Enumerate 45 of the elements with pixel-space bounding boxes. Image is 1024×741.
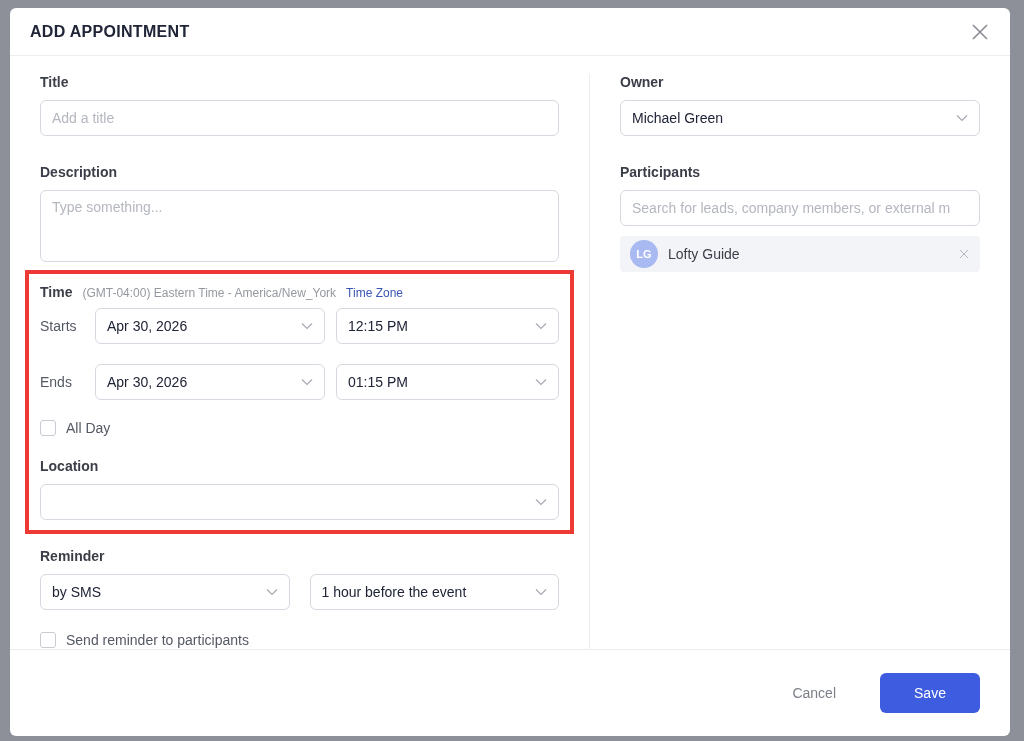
field-label: Reminder xyxy=(40,548,106,566)
participant-search-input[interactable]: Search for leads, company members, or external m xyxy=(620,190,980,226)
option-label: All Day xyxy=(66,420,111,436)
close-icon xyxy=(958,248,970,260)
participant-name: Lofty Guide xyxy=(668,246,741,262)
chevron-down-icon xyxy=(535,498,547,506)
cancel-button[interactable]: Cancel xyxy=(786,684,842,702)
description-input[interactable]: Type something... xyxy=(40,190,559,262)
field-label: Description xyxy=(40,164,118,182)
chevron-down-icon xyxy=(301,322,313,330)
row-label: Ends xyxy=(40,374,73,390)
location-select[interactable] xyxy=(40,484,559,520)
field-label: Participants xyxy=(620,164,702,182)
field-label: Location xyxy=(40,458,100,476)
row-label: Starts xyxy=(40,318,78,334)
reminder-method-select[interactable]: by SMS xyxy=(40,574,290,610)
save-button[interactable]: Save xyxy=(880,673,980,713)
date-select[interactable]: Apr 30, 2026 xyxy=(95,308,325,344)
avatar: LG xyxy=(630,240,658,268)
dialog-title: ADD APPOINTMENT xyxy=(30,22,190,41)
send-reminder-option[interactable]: Send reminder to participants xyxy=(40,632,559,648)
chevron-down-icon xyxy=(535,588,547,596)
option-label: Send reminder to participants xyxy=(66,632,249,648)
date-select[interactable]: Apr 30, 2026 xyxy=(95,364,325,400)
timezone-text: (GMT-04:00) Eastern Time - America/New_York xyxy=(82,286,337,300)
reminder-time-select[interactable]: 1 hour before the event xyxy=(309,574,559,610)
time-select[interactable]: 01:15 PM xyxy=(336,364,559,400)
field-label: Owner xyxy=(620,74,665,92)
chevron-down-icon xyxy=(535,378,547,386)
checkbox[interactable] xyxy=(40,632,56,648)
close-button[interactable] xyxy=(970,21,990,42)
chevron-down-icon xyxy=(301,378,313,386)
all-day-option[interactable]: All Day xyxy=(40,420,559,436)
checkbox[interactable] xyxy=(40,420,56,436)
remove-button[interactable] xyxy=(958,248,970,260)
chevron-down-icon xyxy=(265,588,278,596)
close-icon xyxy=(970,21,990,42)
title-input[interactable]: Add a title xyxy=(40,100,559,136)
field-label: Title xyxy=(40,74,70,92)
owner-select[interactable]: Michael Green xyxy=(620,100,980,136)
chevron-down-icon xyxy=(535,322,547,330)
chevron-down-icon xyxy=(956,114,968,122)
field-label: Time xyxy=(40,284,73,300)
time-select[interactable]: 12:15 PM xyxy=(336,308,559,344)
time-zone-link[interactable]: Time Zone xyxy=(346,286,403,300)
